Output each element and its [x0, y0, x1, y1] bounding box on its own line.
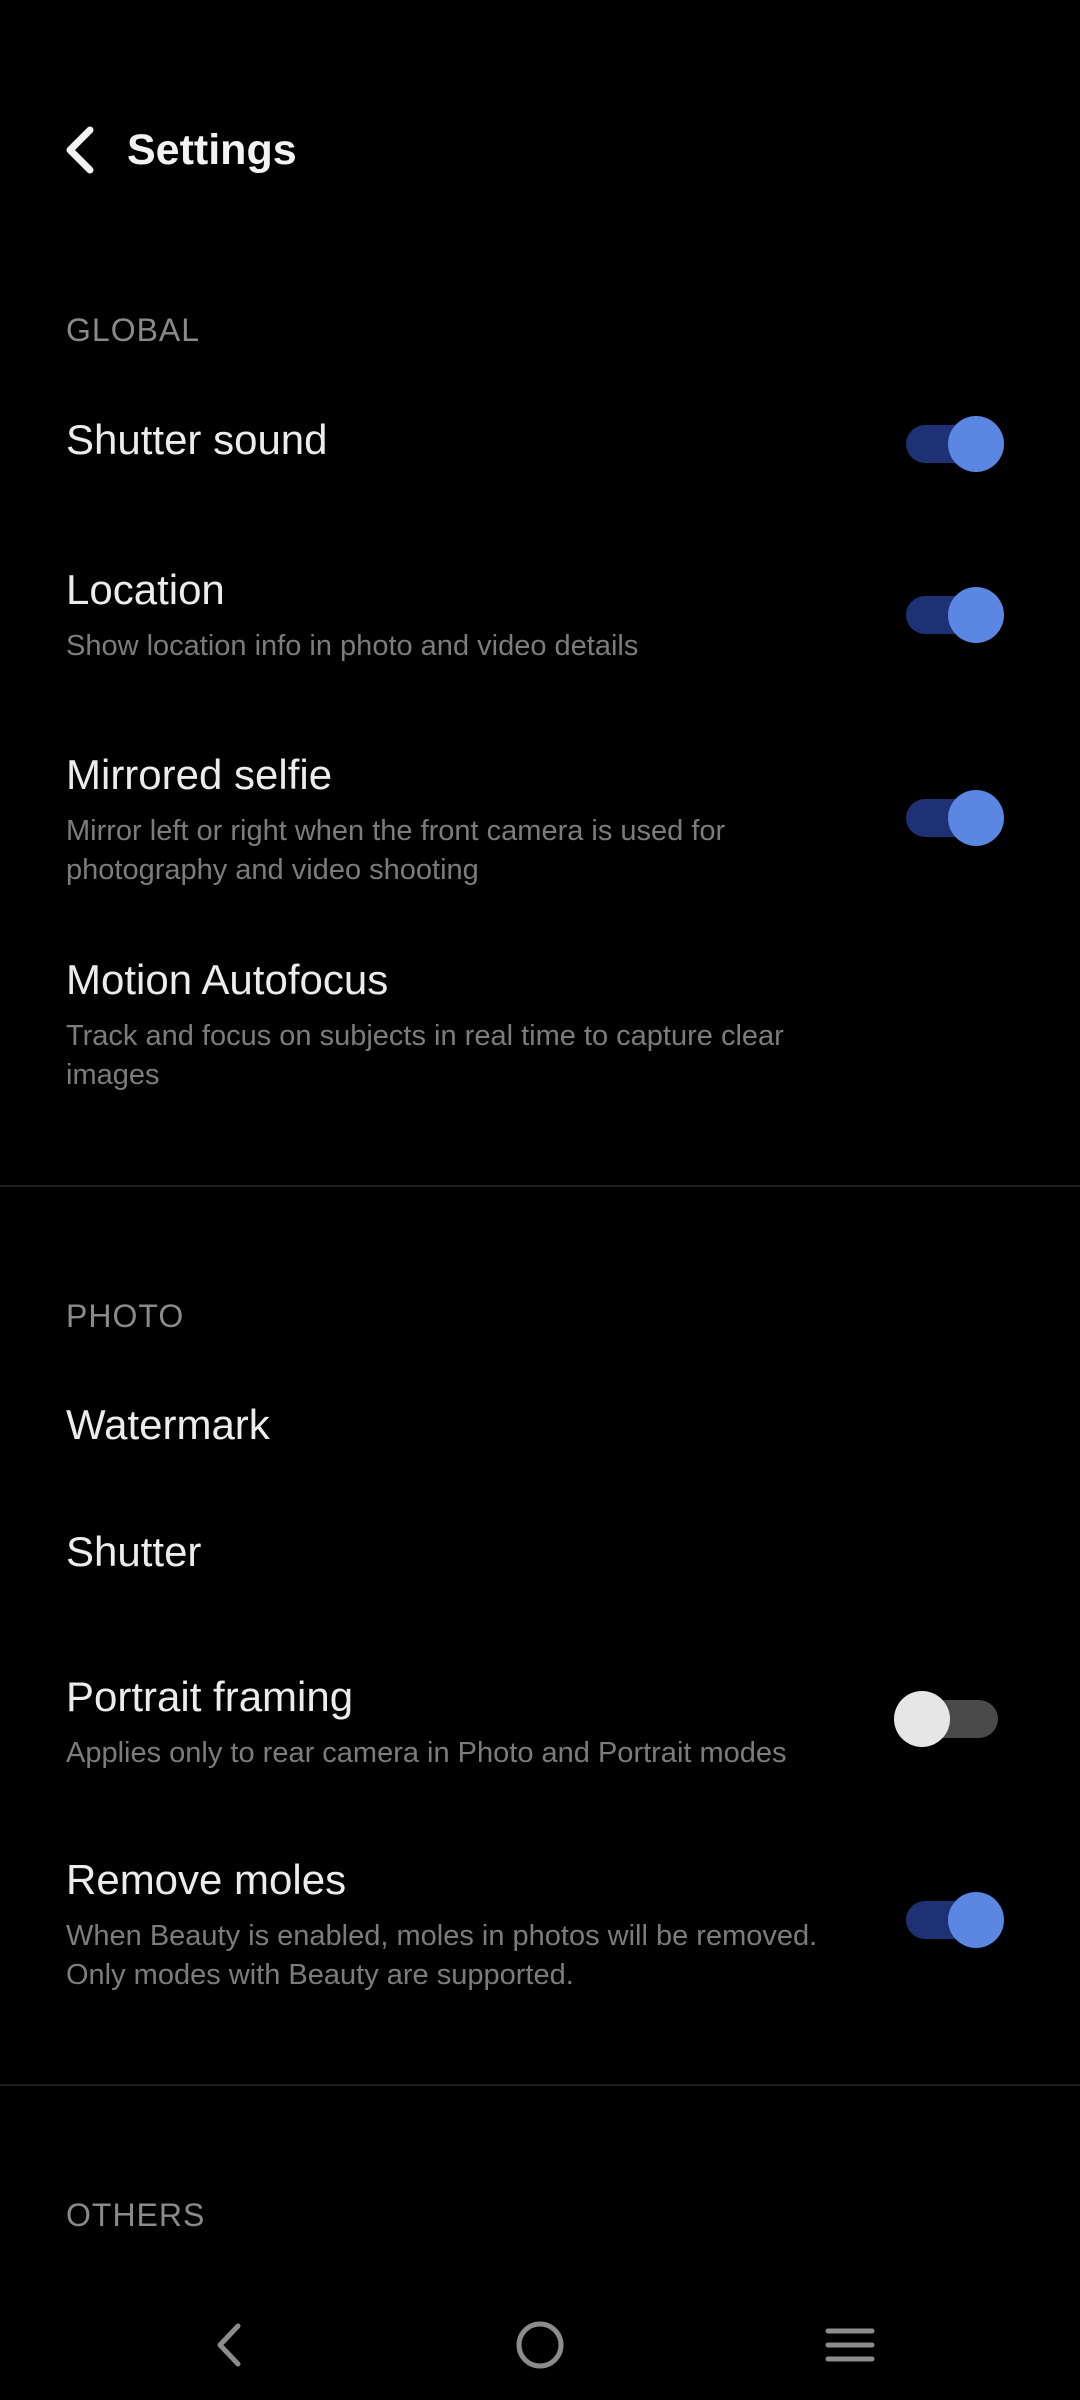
setting-row-motion-autofocus[interactable]: Motion Autofocus Track and focus on subj… — [0, 945, 1080, 1105]
setting-description: Mirror left or right when the front came… — [66, 815, 726, 886]
setting-title: Shutter — [66, 1528, 202, 1575]
toggle-knob — [894, 1691, 950, 1747]
section-title-photo: PHOTO — [66, 1298, 185, 1334]
nav-recents-button[interactable] — [805, 2310, 895, 2380]
chevron-left-icon — [66, 126, 94, 174]
setting-description: Show location info in photo and video de… — [66, 630, 639, 662]
portrait-framing-toggle[interactable] — [894, 1688, 1008, 1748]
section-divider — [0, 2084, 1080, 2086]
setting-row-watermark[interactable]: Watermark — [0, 1375, 1080, 1475]
setting-row-portrait-framing[interactable]: Portrait framing Applies only to rear ca… — [0, 1660, 1080, 1790]
setting-description: Track and focus on subjects in real time… — [66, 1020, 784, 1091]
setting-description: Applies only to rear camera in Photo and… — [66, 1737, 787, 1769]
section-title-others: OTHERS — [66, 2197, 206, 2233]
section-divider — [0, 1185, 1080, 1187]
setting-title: Watermark — [66, 1401, 270, 1448]
system-navigation-bar — [0, 2290, 1080, 2400]
shutter-sound-toggle[interactable] — [898, 413, 1008, 473]
toggle-knob — [948, 416, 1004, 472]
nav-back-button[interactable] — [183, 2310, 273, 2380]
setting-title: Shutter sound — [66, 416, 328, 463]
triangle-back-icon — [217, 2323, 241, 2367]
toggle-knob — [948, 1892, 1004, 1948]
nav-home-button[interactable] — [495, 2310, 585, 2380]
remove-moles-toggle[interactable] — [898, 1889, 1008, 1949]
setting-title: Remove moles — [66, 1856, 347, 1903]
setting-title: Location — [66, 566, 225, 613]
circle-home-icon — [516, 2321, 564, 2369]
setting-row-remove-moles[interactable]: Remove moles When Beauty is enabled, mol… — [0, 1845, 1080, 2005]
location-toggle[interactable] — [898, 584, 1008, 644]
setting-description: When Beauty is enabled, moles in photos … — [66, 1920, 818, 1991]
setting-title: Mirrored selfie — [66, 751, 333, 798]
app-header: Settings — [0, 0, 1080, 300]
menu-lines-icon — [825, 2328, 875, 2362]
mirrored-selfie-toggle[interactable] — [898, 787, 1008, 847]
back-button[interactable] — [50, 110, 110, 190]
setting-row-mirrored-selfie[interactable]: Mirrored selfie Mirror left or right whe… — [0, 740, 1080, 900]
setting-title: Motion Autofocus — [66, 956, 389, 1003]
section-title-global: GLOBAL — [66, 312, 201, 348]
setting-row-shutter-sound[interactable]: Shutter sound — [0, 390, 1080, 500]
toggle-knob — [948, 587, 1004, 643]
setting-row-location[interactable]: Location Show location info in photo and… — [0, 555, 1080, 685]
toggle-knob — [948, 790, 1004, 846]
page-title: Settings — [127, 126, 297, 174]
setting-title: Portrait framing — [66, 1673, 354, 1720]
setting-row-shutter[interactable]: Shutter — [0, 1505, 1080, 1605]
